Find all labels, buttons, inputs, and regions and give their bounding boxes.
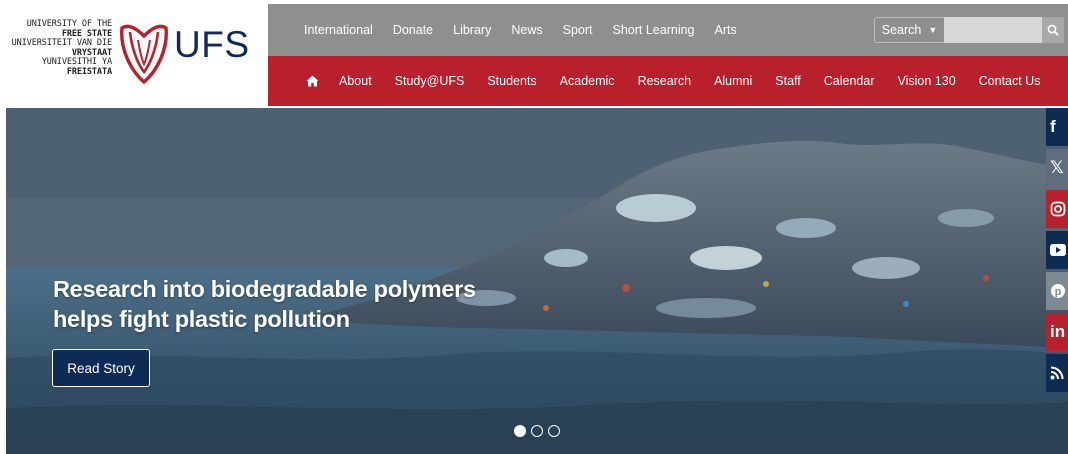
hero-carousel[interactable]: Research into biodegradable polymers hel… <box>6 108 1068 454</box>
search-scope-dropdown[interactable]: Search ▼ <box>874 17 944 43</box>
search-input[interactable] <box>944 17 1042 43</box>
social-sidebar: f 𝕏 p in <box>1046 108 1068 395</box>
hero-headline-line: Research into biodegradable polymers <box>53 276 476 302</box>
search-icon <box>1047 24 1059 36</box>
main-nav: About Study@UFS Students Academic Resear… <box>268 56 1064 106</box>
caret-down-icon: ▼ <box>928 25 938 35</box>
x-icon[interactable]: 𝕏 <box>1046 149 1068 187</box>
logo-wordmark: UFS <box>174 24 250 65</box>
instagram-icon[interactable] <box>1046 190 1068 228</box>
nav-link-calendar[interactable]: Calendar <box>824 74 875 88</box>
nav-link-contact-us[interactable]: Contact Us <box>979 74 1041 88</box>
nav-link-alumni[interactable]: Alumni <box>714 74 752 88</box>
read-story-button[interactable]: Read Story <box>52 349 150 387</box>
pinterest-icon[interactable]: p <box>1046 272 1068 310</box>
nav-link-library[interactable]: Library <box>453 23 491 37</box>
carousel-indicators <box>514 425 560 437</box>
nav-link-students[interactable]: Students <box>487 74 536 88</box>
nav-link-about[interactable]: About <box>339 74 372 88</box>
nav-link-vision-130[interactable]: Vision 130 <box>898 74 956 88</box>
nav-link-arts[interactable]: Arts <box>715 23 737 37</box>
home-button[interactable] <box>306 75 319 87</box>
search-scope-label: Search <box>881 23 922 37</box>
linkedin-icon[interactable]: in <box>1046 313 1068 351</box>
carousel-dot[interactable] <box>514 425 526 437</box>
logo-text: UNIVERSITY OF THE FREE STATE UNIVERSITEI… <box>4 19 112 78</box>
carousel-dot[interactable] <box>548 425 560 437</box>
nav-link-sport[interactable]: Sport <box>563 23 593 37</box>
hero-headline: Research into biodegradable polymers hel… <box>53 274 573 334</box>
rss-icon[interactable] <box>1046 354 1068 392</box>
nav-link-study[interactable]: Study@UFS <box>395 74 465 88</box>
nav-link-international[interactable]: International <box>304 23 373 37</box>
utility-nav: International Donate Library News Sport … <box>268 4 757 56</box>
facebook-icon[interactable]: f <box>1046 108 1068 146</box>
logo[interactable]: UNIVERSITY OF THE FREE STATE UNIVERSITEI… <box>0 0 268 106</box>
home-icon <box>306 75 319 87</box>
utility-nav-bar: International Donate Library News Sport … <box>268 4 1068 56</box>
carousel-dot[interactable] <box>531 425 543 437</box>
youtube-icon[interactable] <box>1046 231 1068 269</box>
nav-link-staff[interactable]: Staff <box>775 74 800 88</box>
main-nav-bar: About Study@UFS Students Academic Resear… <box>268 56 1068 106</box>
nav-link-academic[interactable]: Academic <box>560 74 615 88</box>
ufs-homepage: UNIVERSITY OF THE FREE STATE UNIVERSITEI… <box>0 0 1068 454</box>
nav-link-research[interactable]: Research <box>638 74 692 88</box>
ufs-emblem-icon <box>120 24 168 85</box>
svg-text:p: p <box>1055 286 1062 298</box>
nav-link-news[interactable]: News <box>511 23 542 37</box>
logo-line: FREISTATA <box>66 66 112 77</box>
search-bar: Search ▼ <box>874 17 1064 43</box>
search-submit-button[interactable] <box>1042 17 1064 43</box>
nav-link-donate[interactable]: Donate <box>393 23 433 37</box>
hero-headline-line: helps fight plastic pollution <box>53 306 350 332</box>
nav-link-short-learning[interactable]: Short Learning <box>613 23 695 37</box>
